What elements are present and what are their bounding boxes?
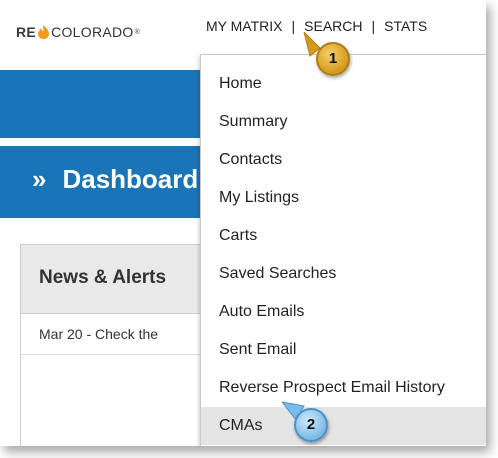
news-item-text: Mar 20 - Check the xyxy=(39,326,159,342)
my-matrix-dropdown-menu: Home Summary Contacts My Listings Carts … xyxy=(200,54,486,446)
logo-brand-text: COLORADO xyxy=(51,24,134,40)
chevron-double-right-icon: » xyxy=(32,164,47,194)
menu-item-my-listings[interactable]: My Listings xyxy=(201,179,486,217)
logo-re-text: RE xyxy=(16,24,37,40)
nav-separator: | xyxy=(291,18,296,34)
panel-title: News & Alerts xyxy=(39,267,167,288)
callout-badge-1: 1 xyxy=(316,42,350,76)
logo-registered-mark: ® xyxy=(134,28,141,36)
menu-item-carts[interactable]: Carts xyxy=(201,217,486,255)
recolorado-logo[interactable]: RE COLORADO ® xyxy=(16,22,140,42)
nav-my-matrix[interactable]: MY MATRIX xyxy=(206,18,283,34)
menu-item-auto-emails[interactable]: Auto Emails xyxy=(201,293,486,331)
menu-item-sent-email[interactable]: Sent Email xyxy=(201,331,486,369)
callout-badge-2: 2 xyxy=(294,408,328,442)
page-title: » Dashboard xyxy=(32,164,198,195)
menu-item-contacts[interactable]: Contacts xyxy=(201,141,486,179)
menu-item-cmas[interactable]: CMAs xyxy=(201,407,486,445)
page-title-text: Dashboard xyxy=(62,164,199,194)
menu-item-saved-searches[interactable]: Saved Searches xyxy=(201,255,486,293)
menu-item-summary[interactable]: Summary xyxy=(201,103,486,141)
nav-stats[interactable]: STATS xyxy=(384,18,427,34)
nav-separator: | xyxy=(371,18,376,34)
screenshot-frame: RE COLORADO ® MY MATRIX | SEARCH | STATS… xyxy=(0,0,486,446)
menu-item-reverse-prospect-email-history[interactable]: Reverse Prospect Email History xyxy=(201,369,486,407)
flame-icon xyxy=(38,25,50,39)
